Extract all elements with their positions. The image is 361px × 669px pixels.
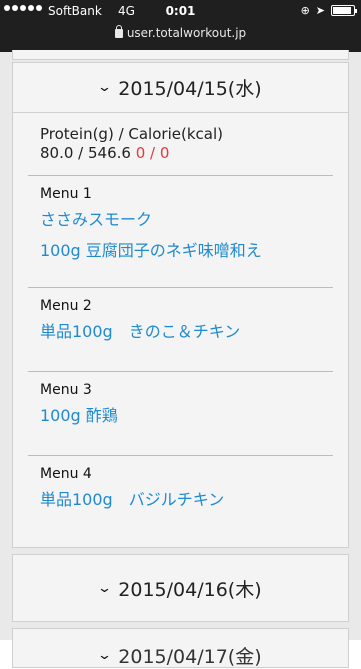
summary-values: 80.0 / 546.6 0 / 0 bbox=[40, 144, 348, 163]
day-date: 2015/04/16(木) bbox=[118, 578, 262, 601]
menu-item-link[interactable]: 単品100g バジルチキン bbox=[40, 486, 348, 517]
address-bar[interactable]: user.totalworkout.jp bbox=[0, 25, 361, 40]
day-card: ⌄ 2015/04/16(木) bbox=[12, 554, 349, 622]
menu-label: Menu 2 bbox=[40, 298, 92, 314]
menu-section: Menu 1 ささみスモーク 100g 豆腐団子のネギ味噌和え bbox=[13, 176, 348, 287]
menu-label: Menu 1 bbox=[40, 186, 92, 202]
battery-icon bbox=[331, 5, 357, 16]
chevron-down-icon: ⌄ bbox=[97, 580, 113, 596]
chevron-down-icon: ⌄ bbox=[97, 80, 113, 95]
menu-item-link[interactable]: 100g 酢鶏 bbox=[40, 402, 348, 433]
menu-item-link[interactable]: ささみスモーク bbox=[40, 206, 348, 237]
day-date: 2015/04/15(水) bbox=[118, 78, 262, 100]
menu-item-link[interactable]: 100g 豆腐団子のネギ味噌和え bbox=[40, 237, 348, 268]
status-bar: SoftBank 4G 0:01 ⊕ ➤ user.totalworkout.j… bbox=[0, 0, 361, 52]
location-icon: ➤ bbox=[315, 4, 325, 17]
lock-icon bbox=[114, 25, 123, 38]
rotation-lock-icon: ⊕ bbox=[300, 4, 310, 17]
menu-section: Menu 3 100g 酢鶏 bbox=[13, 372, 348, 455]
url-text: user.totalworkout.jp bbox=[126, 26, 247, 40]
previous-day-card bbox=[12, 50, 349, 60]
day-date: 2015/04/17(金) bbox=[118, 645, 262, 668]
summary-target: 80.0 / 546.6 bbox=[40, 144, 131, 162]
day-header-toggle[interactable]: ⌄ 2015/04/17(金) bbox=[13, 629, 348, 669]
menu-section: Menu 4 単品100g バジルチキン bbox=[13, 456, 348, 539]
menu-label: Menu 3 bbox=[40, 382, 92, 398]
summary-label: Protein(g) / Calorie(kcal) bbox=[40, 125, 223, 143]
menu-label: Menu 4 bbox=[40, 466, 92, 482]
summary-actual: 0 / 0 bbox=[135, 144, 170, 162]
chevron-down-icon: ⌄ bbox=[97, 647, 113, 663]
nutrition-summary: Protein(g) / Calorie(kcal) 80.0 / 546.6 … bbox=[13, 113, 348, 175]
day-card: ⌄ 2015/04/17(金) bbox=[12, 628, 349, 668]
day-header-toggle[interactable]: ⌄ 2015/04/16(木) bbox=[13, 555, 348, 621]
menu-section: Menu 2 単品100g きのこ＆チキン bbox=[13, 288, 348, 371]
day-header-toggle[interactable]: ⌄ 2015/04/15(水) bbox=[13, 63, 348, 113]
page-content: ⌄ 2015/04/15(水) Protein(g) / Calorie(kca… bbox=[0, 50, 361, 668]
day-card: ⌄ 2015/04/15(水) Protein(g) / Calorie(kca… bbox=[12, 62, 349, 548]
menu-item-link[interactable]: 単品100g きのこ＆チキン bbox=[40, 318, 348, 349]
